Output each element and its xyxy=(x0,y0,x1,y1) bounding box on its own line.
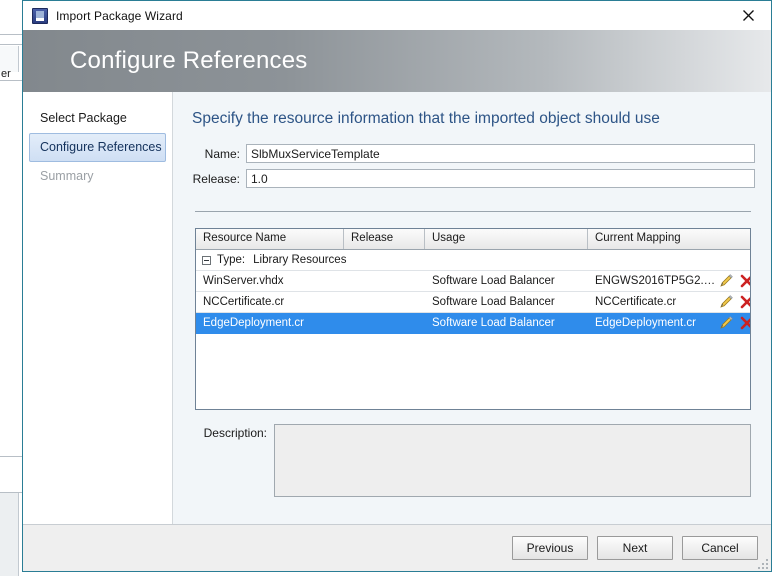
cell-usage: Software Load Balancer xyxy=(432,296,555,308)
remove-x-icon[interactable] xyxy=(739,274,750,289)
column-header-current-mapping[interactable]: Current Mapping xyxy=(588,229,750,249)
release-field-row: Release: xyxy=(190,169,755,188)
column-header-release[interactable]: Release xyxy=(344,229,425,249)
cell-resource-name: WinServer.vhdx xyxy=(203,275,284,287)
cell-usage: Software Load Balancer xyxy=(432,275,555,287)
edit-pencil-icon[interactable] xyxy=(718,316,733,331)
description-textarea[interactable] xyxy=(274,424,751,497)
close-icon xyxy=(743,9,754,21)
cell-current-mapping: EdgeDeployment.cr xyxy=(595,317,696,329)
table-row[interactable]: NCCertificate.cr Software Load Balancer … xyxy=(196,292,750,313)
name-field-row: Name: xyxy=(190,144,755,163)
wizard-steps-nav: Select Package Configure References Summ… xyxy=(23,92,173,524)
cell-current-mapping: NCCertificate.cr xyxy=(595,296,677,308)
background-divider xyxy=(0,456,22,457)
group-label: Type: Library Resources xyxy=(217,254,346,266)
description-label: Description: xyxy=(203,426,267,440)
release-label: Release: xyxy=(192,171,240,186)
remove-x-icon[interactable] xyxy=(739,295,750,310)
row-actions xyxy=(718,316,750,331)
sidebar-item-configure-references[interactable]: Configure References xyxy=(29,133,166,162)
previous-button[interactable]: Previous xyxy=(512,536,588,560)
import-package-wizard-dialog: Import Package Wizard Configure Referenc… xyxy=(22,0,772,572)
column-header-usage[interactable]: Usage xyxy=(425,229,588,249)
resources-table: Resource Name Release Usage Current Mapp… xyxy=(195,228,751,410)
dialog-body: Select Package Configure References Summ… xyxy=(23,92,771,524)
cancel-button[interactable]: Cancel xyxy=(682,536,758,560)
collapse-expander-icon[interactable] xyxy=(202,255,211,265)
table-row[interactable]: WinServer.vhdx Software Load Balancer EN… xyxy=(196,271,750,292)
page-title: Configure References xyxy=(70,47,308,74)
description-row: Description: xyxy=(195,424,751,497)
remove-x-icon[interactable] xyxy=(739,316,750,331)
cell-resource-name: NCCertificate.cr xyxy=(203,296,285,308)
sidebar-item-select-package[interactable]: Select Package xyxy=(29,104,166,133)
edit-pencil-icon[interactable] xyxy=(718,274,733,289)
background-panel xyxy=(0,493,19,576)
section-divider xyxy=(195,211,751,212)
table-group-row[interactable]: Type: Library Resources xyxy=(196,250,750,271)
group-label-key: Type: xyxy=(217,254,246,266)
release-input[interactable] xyxy=(246,169,755,188)
background-window-fragment: er xyxy=(0,0,22,576)
row-actions xyxy=(718,274,750,289)
cell-resource-name: EdgeDeployment.cr xyxy=(203,317,304,329)
table-header-row: Resource Name Release Usage Current Mapp… xyxy=(196,229,750,250)
background-divider xyxy=(0,34,22,35)
package-icon xyxy=(32,7,48,24)
background-divider xyxy=(0,80,22,81)
background-text-fragment: er xyxy=(1,68,11,80)
next-button[interactable]: Next xyxy=(597,536,673,560)
cell-usage: Software Load Balancer xyxy=(432,317,555,329)
content-pane: Specify the resource information that th… xyxy=(173,92,771,524)
page-banner: Configure References xyxy=(23,30,771,92)
name-label: Name: xyxy=(204,146,240,161)
title-bar: Import Package Wizard xyxy=(23,1,771,30)
group-label-value: Library Resources xyxy=(253,254,347,266)
screen: er Import Package Wizard Configure Refer… xyxy=(0,0,772,576)
dialog-footer: Previous Next Cancel xyxy=(23,524,771,571)
background-divider xyxy=(0,44,22,45)
window-title: Import Package Wizard xyxy=(56,8,183,23)
name-input[interactable] xyxy=(246,144,755,163)
sidebar-item-summary[interactable]: Summary xyxy=(29,162,166,191)
content-heading: Specify the resource information that th… xyxy=(192,110,660,127)
edit-pencil-icon[interactable] xyxy=(718,295,733,310)
table-row[interactable]: EdgeDeployment.cr Software Load Balancer… xyxy=(196,313,750,334)
cell-current-mapping: ENGWS2016TP5G2.v... xyxy=(595,275,716,287)
column-header-resource-name[interactable]: Resource Name xyxy=(196,229,344,249)
resize-grip[interactable] xyxy=(756,557,768,569)
close-button[interactable] xyxy=(726,1,771,29)
row-actions xyxy=(718,295,750,310)
